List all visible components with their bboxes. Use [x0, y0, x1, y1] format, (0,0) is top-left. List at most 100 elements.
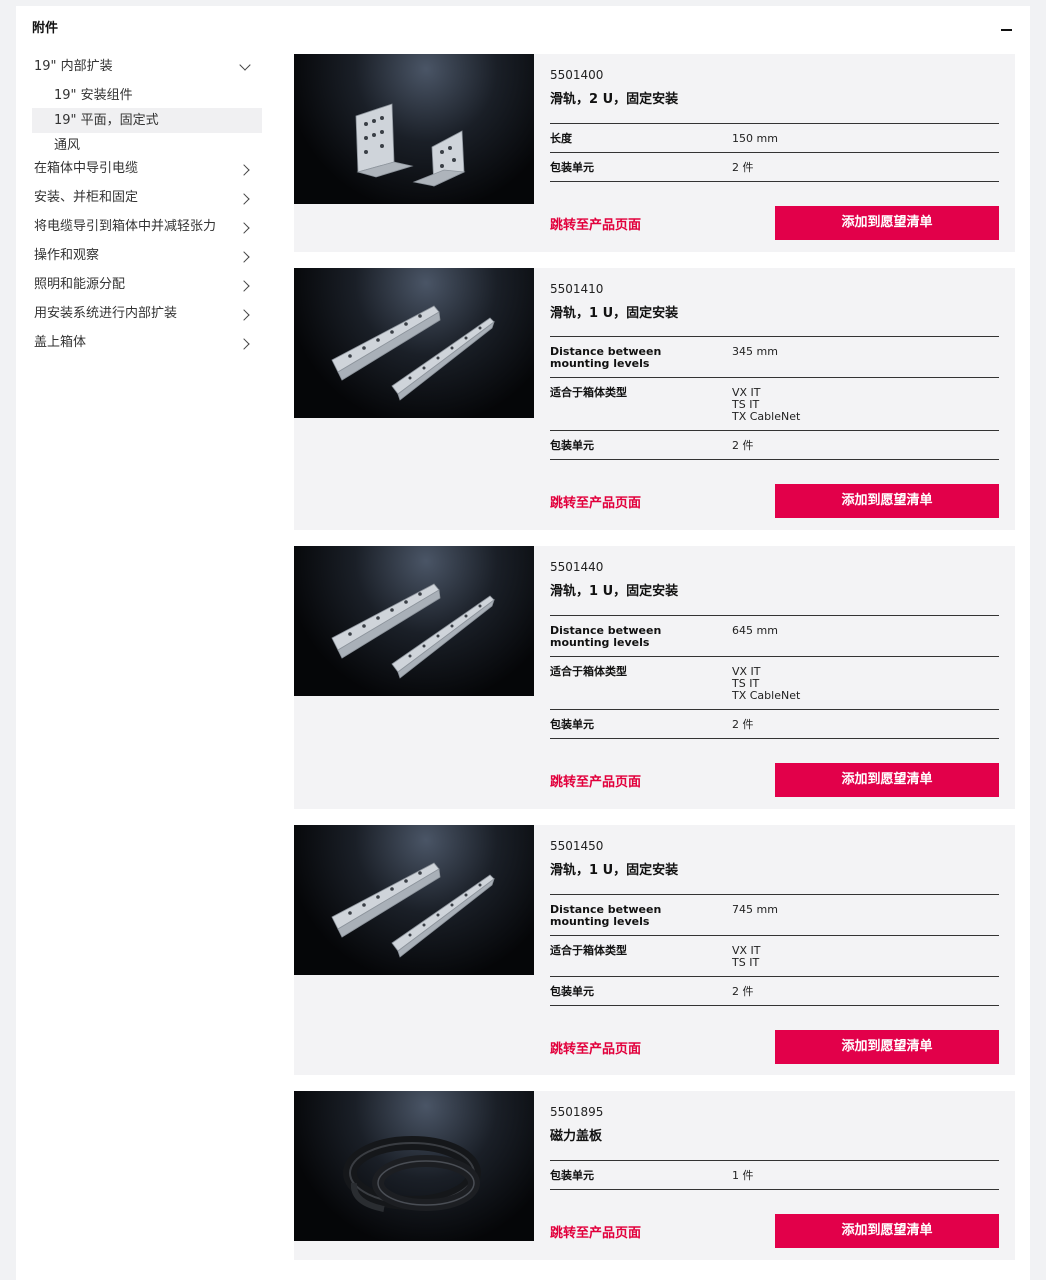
article-number: 5501450: [550, 839, 604, 853]
chevron-right-icon: [238, 279, 252, 293]
product-image[interactable]: [294, 268, 534, 418]
sidebar-item-label: 操作和观察: [34, 248, 100, 263]
product-page-link[interactable]: 跳转至产品页面: [550, 1038, 641, 1057]
sidebar-subitem-ventilation[interactable]: 通风: [32, 133, 262, 158]
article-number: 5501400: [550, 68, 604, 82]
spec-value: TX CableNet: [732, 689, 801, 702]
product-page-link[interactable]: 跳转至产品页面: [550, 1222, 641, 1241]
spec-label: 包装单元: [550, 161, 594, 174]
sidebar-item-lighting[interactable]: 照明和能源分配: [32, 274, 262, 303]
spec-value: 345 mm: [732, 345, 778, 358]
sidebar-item-label: 照明和能源分配: [34, 277, 126, 292]
spec-value: 745 mm: [732, 903, 778, 916]
add-to-wishlist-button[interactable]: 添加到愿望清单: [775, 1030, 999, 1064]
sidebar-item-mounting[interactable]: 安装、并柜和固定: [32, 187, 262, 216]
chevron-right-icon: [238, 221, 252, 235]
spec-label: 适合于箱体类型: [550, 944, 627, 957]
product-name: 滑轨，2 U，固定安装: [550, 92, 679, 107]
add-to-wishlist-button[interactable]: 添加到愿望清单: [775, 484, 999, 518]
spec-value-list: VX IT TS IT TX CableNet: [732, 387, 800, 423]
sidebar-item-covers[interactable]: 盖上箱体: [32, 332, 262, 361]
product-page-link[interactable]: 跳转至产品页面: [550, 214, 641, 233]
spec-value: 2 件: [732, 161, 754, 174]
spec-value-list: VX IT TS IT: [732, 945, 761, 969]
spec-value: 2 件: [732, 439, 754, 452]
sidebar-subitem-mounting-kits[interactable]: 19" 安装组件: [32, 83, 262, 108]
chevron-right-icon: [238, 308, 252, 322]
spec-row: 包装单元 2 件: [550, 431, 999, 460]
sidebar-item-internal-expansion[interactable]: 19" 内部扩装: [32, 56, 262, 85]
spec-label: Distance between mounting levels: [550, 345, 662, 370]
spec-label: 包装单元: [550, 718, 594, 731]
spec-label: 包装单元: [550, 439, 594, 452]
panel-header: 附件: [32, 20, 1014, 44]
product-name: 滑轨，1 U，固定安装: [550, 306, 679, 321]
spec-row: 适合于箱体类型 VX IT TS IT TX CableNet: [550, 378, 999, 431]
product-image[interactable]: [294, 1091, 534, 1241]
chevron-right-icon: [238, 337, 252, 351]
spec-row: 包装单元 2 件: [550, 710, 999, 739]
sidebar-item-label: 19" 内部扩装: [34, 59, 113, 74]
spec-row: Distance between mounting levels 645 mm: [550, 616, 999, 657]
product-image[interactable]: [294, 546, 534, 696]
sidebar-item-label: 安装、并柜和固定: [34, 190, 139, 205]
category-sidebar: 19" 内部扩装 19" 安装组件 19" 平面，固定式 通风 在箱体中导引电缆…: [32, 56, 262, 361]
sidebar-subitem-fixed-shelf[interactable]: 19" 平面，固定式: [32, 108, 262, 133]
article-number: 5501410: [550, 282, 604, 296]
product-card: 5501410 滑轨，1 U，固定安装 Distance between mou…: [294, 268, 1015, 530]
spec-table: 长度 150 mm 包装单元 2 件: [550, 123, 999, 182]
spec-label: 包装单元: [550, 1169, 594, 1182]
sidebar-item-mounting-system[interactable]: 用安装系统进行内部扩装: [32, 303, 262, 332]
collapse-icon[interactable]: [1000, 22, 1014, 36]
chevron-right-icon: [238, 163, 252, 177]
spec-label: Distance between mounting levels: [550, 903, 662, 928]
spec-row: Distance between mounting levels 345 mm: [550, 337, 999, 378]
product-card: 5501400 滑轨，2 U，固定安装 长度 150 mm 包装单元 2 件 跳…: [294, 54, 1015, 252]
sidebar-item-cable-entry[interactable]: 将电缆导引到箱体中并减轻张力: [32, 216, 262, 245]
sidebar-item-label: 在箱体中导引电缆: [34, 161, 139, 176]
spec-row: 包装单元 1 件: [550, 1161, 999, 1190]
spec-value: 150 mm: [732, 132, 778, 145]
spec-table: Distance between mounting levels 745 mm …: [550, 894, 999, 1006]
spec-value-list: VX IT TS IT TX CableNet: [732, 666, 800, 702]
spec-label: 包装单元: [550, 985, 594, 998]
product-name: 磁力盖板: [550, 1129, 603, 1144]
spec-value: 2 件: [732, 718, 754, 731]
spec-table: Distance between mounting levels 645 mm …: [550, 615, 999, 739]
spec-row: 适合于箱体类型 VX IT TS IT: [550, 936, 999, 977]
panel-title: 附件: [32, 21, 59, 36]
sidebar-item-operation[interactable]: 操作和观察: [32, 245, 262, 274]
spec-value: TS IT: [732, 956, 760, 969]
chevron-down-icon: [238, 61, 252, 75]
spec-label: 适合于箱体类型: [550, 386, 627, 399]
spec-label: 长度: [550, 132, 572, 145]
add-to-wishlist-button[interactable]: 添加到愿望清单: [775, 1214, 999, 1248]
product-card: 5501440 滑轨，1 U，固定安装 Distance between mou…: [294, 546, 1015, 809]
spec-label: 适合于箱体类型: [550, 665, 627, 678]
spec-table: 包装单元 1 件: [550, 1160, 999, 1190]
article-number: 5501895: [550, 1105, 604, 1119]
product-image[interactable]: [294, 54, 534, 204]
spec-value: TX CableNet: [732, 410, 801, 423]
spec-row: 包装单元 2 件: [550, 977, 999, 1006]
spec-row: 包装单元 2 件: [550, 153, 999, 182]
product-name: 滑轨，1 U，固定安装: [550, 584, 679, 599]
product-card: 5501450 滑轨，1 U，固定安装 Distance between mou…: [294, 825, 1015, 1075]
sidebar-item-label: 将电缆导引到箱体中并减轻张力: [34, 219, 217, 234]
spec-table: Distance between mounting levels 345 mm …: [550, 336, 999, 460]
article-number: 5501440: [550, 560, 604, 574]
product-page-link[interactable]: 跳转至产品页面: [550, 492, 641, 511]
add-to-wishlist-button[interactable]: 添加到愿望清单: [775, 206, 999, 240]
spec-value: 645 mm: [732, 624, 778, 637]
chevron-right-icon: [238, 192, 252, 206]
chevron-right-icon: [238, 250, 252, 264]
product-page-link[interactable]: 跳转至产品页面: [550, 771, 641, 790]
spec-value: 1 件: [732, 1169, 754, 1182]
product-image[interactable]: [294, 825, 534, 975]
product-name: 滑轨，1 U，固定安装: [550, 863, 679, 878]
sidebar-item-label: 盖上箱体: [34, 335, 87, 350]
spec-label: Distance between mounting levels: [550, 624, 662, 649]
spec-row: Distance between mounting levels 745 mm: [550, 895, 999, 936]
add-to-wishlist-button[interactable]: 添加到愿望清单: [775, 763, 999, 797]
sidebar-item-cable-routing[interactable]: 在箱体中导引电缆: [32, 158, 262, 187]
